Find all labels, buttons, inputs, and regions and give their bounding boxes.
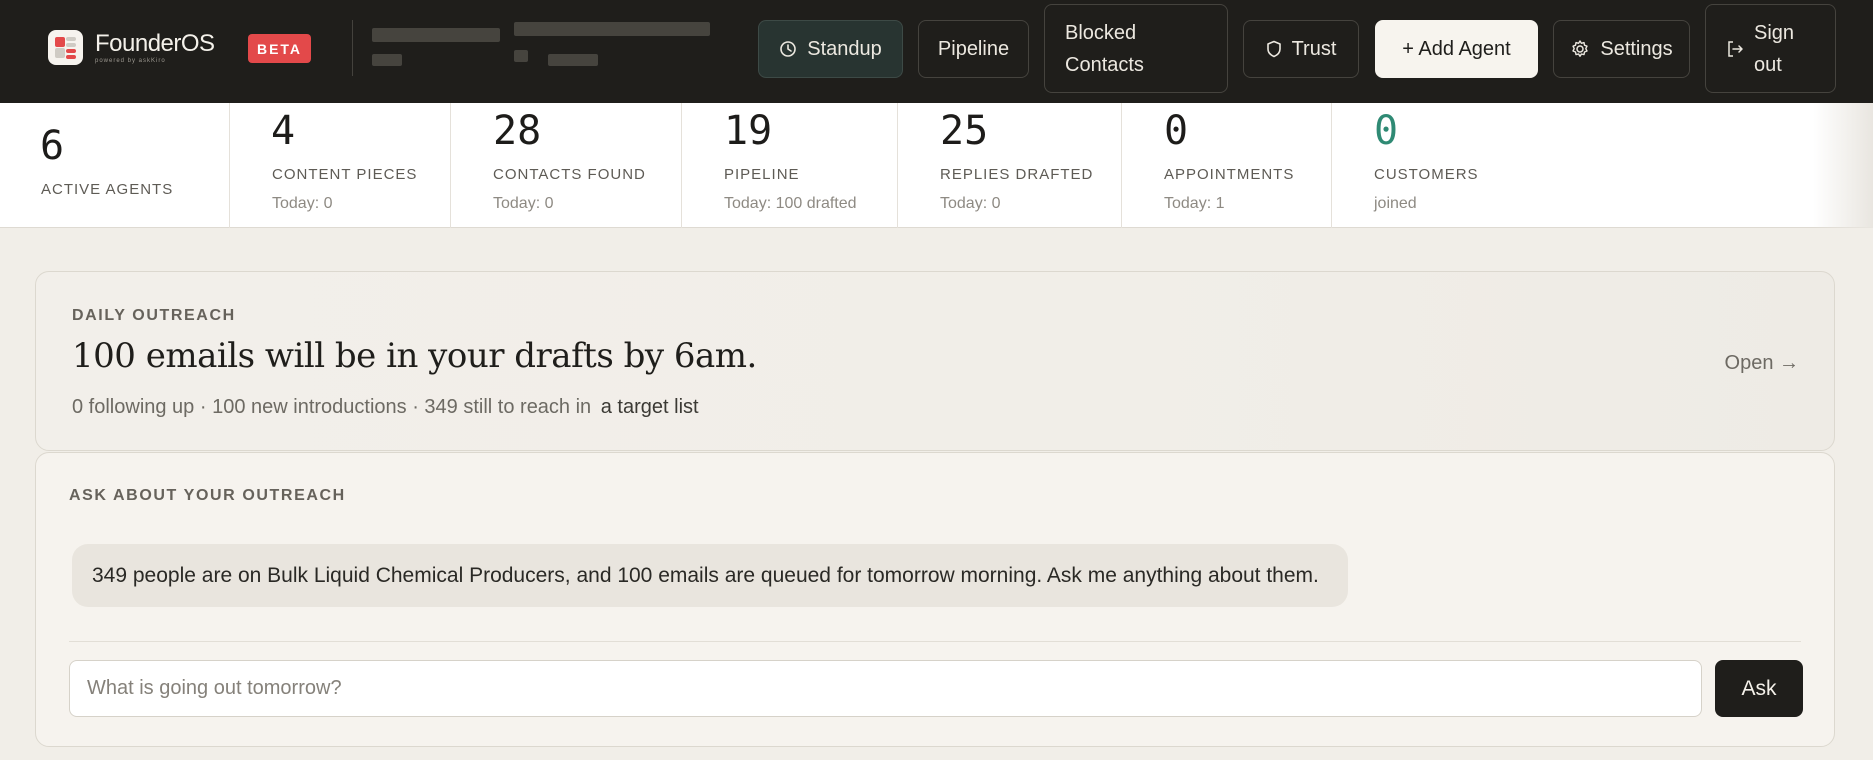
outreach-summary: 0 following up · 100 new introductions ·… <box>72 396 699 418</box>
ask-button[interactable]: Ask <box>1715 660 1803 717</box>
stat-subtext: Today: 0 <box>940 195 1001 212</box>
stat-label: CUSTOMERS <box>1374 166 1479 183</box>
stat-label: ACTIVE AGENTS <box>41 181 174 198</box>
ask-kicker: ASK ABOUT YOUR OUTREACH <box>69 487 346 504</box>
stat-pipeline[interactable]: 19 PIPELINE Today: 100 drafted <box>682 103 898 228</box>
redacted-account-info <box>372 20 710 78</box>
stat-contacts-found[interactable]: 28 CONTACTS FOUND Today: 0 <box>451 103 682 228</box>
stat-subtext: joined <box>1374 195 1417 212</box>
ask-input[interactable] <box>69 660 1702 717</box>
stat-subtext: Today: 0 <box>272 195 333 212</box>
stat-replies-drafted[interactable]: 25 REPLIES DRAFTED Today: 0 <box>898 103 1122 228</box>
stat-value: 19 <box>724 108 773 154</box>
brand-logo[interactable]: FounderOS powered by askKiro <box>48 30 215 65</box>
stat-value: 0 <box>1374 108 1399 154</box>
target-list-link[interactable]: a target list <box>601 396 699 418</box>
outreach-headline: 100 emails will be in your drafts by 6am… <box>72 336 757 376</box>
stat-subtext: Today: 1 <box>1164 195 1225 212</box>
top-bar: FounderOS powered by askKiro BETA Standu… <box>0 0 1873 103</box>
stats-strip: 6 ACTIVE AGENTS 4 CONTENT PIECES Today: … <box>0 103 1873 228</box>
stat-appointments[interactable]: 0 APPOINTMENTS Today: 1 <box>1122 103 1332 228</box>
gear-icon <box>1570 39 1590 59</box>
add-agent-button[interactable]: + Add Agent <box>1375 20 1538 78</box>
settings-button[interactable]: Settings <box>1553 20 1690 78</box>
sign-out-icon <box>1726 40 1744 58</box>
stat-label: PIPELINE <box>724 166 800 183</box>
stat-value: 0 <box>1164 108 1189 154</box>
ask-divider <box>69 641 1801 642</box>
stats-scroll-fade <box>1813 103 1873 228</box>
stat-value: 25 <box>940 108 989 154</box>
stat-label: APPOINTMENTS <box>1164 166 1295 183</box>
beta-badge: BETA <box>248 34 311 63</box>
pipeline-button[interactable]: Pipeline <box>918 20 1029 78</box>
stat-label: CONTENT PIECES <box>272 166 418 183</box>
stat-subtext: Today: 0 <box>493 195 554 212</box>
stat-value: 28 <box>493 108 542 154</box>
founderos-logo-icon <box>48 30 83 65</box>
brand-name: FounderOS <box>95 30 215 57</box>
brand-tagline: powered by askKiro <box>95 58 166 64</box>
daily-outreach-card: DAILY OUTREACH 100 emails will be in you… <box>35 271 1835 451</box>
trust-button[interactable]: Trust <box>1243 20 1359 78</box>
shield-icon <box>1266 40 1282 58</box>
clock-icon <box>779 40 797 58</box>
blocked-contacts-button[interactable]: Blocked Contacts <box>1044 4 1228 93</box>
stat-label: REPLIES DRAFTED <box>940 166 1094 183</box>
stat-label: CONTACTS FOUND <box>493 166 646 183</box>
stat-value: 6 <box>40 123 65 169</box>
open-outreach-link[interactable]: Open → <box>1725 352 1799 375</box>
stat-active-agents[interactable]: 6 ACTIVE AGENTS <box>0 103 230 228</box>
outreach-kicker: DAILY OUTREACH <box>72 307 236 324</box>
stat-customers[interactable]: 0 CUSTOMERS joined <box>1332 103 1552 228</box>
sign-out-button[interactable]: Sign out <box>1705 4 1836 93</box>
standup-button[interactable]: Standup <box>758 20 903 78</box>
stat-content-pieces[interactable]: 4 CONTENT PIECES Today: 0 <box>230 103 451 228</box>
ask-outreach-card: ASK ABOUT YOUR OUTREACH 349 people are o… <box>35 452 1835 747</box>
stat-value: 4 <box>271 108 296 154</box>
stat-subtext: Today: 100 drafted <box>724 195 857 212</box>
header-divider <box>352 20 353 76</box>
assistant-message: 349 people are on Bulk Liquid Chemical P… <box>72 544 1348 607</box>
